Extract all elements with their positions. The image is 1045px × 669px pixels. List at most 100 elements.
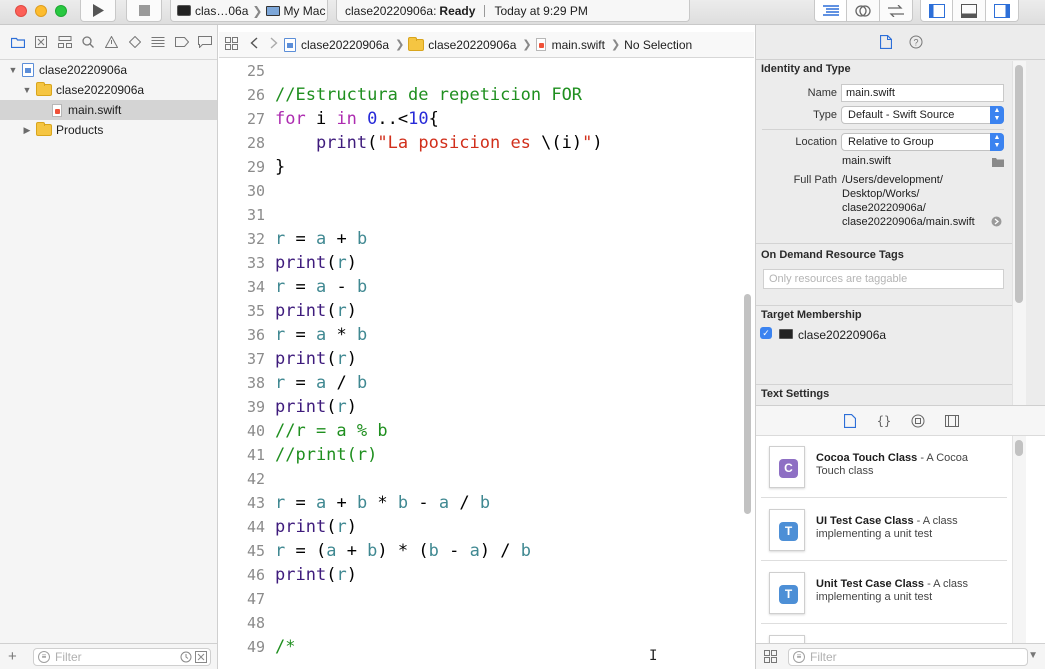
report-navigator-tab[interactable]: [194, 32, 217, 52]
code-line[interactable]: r = a * b: [275, 323, 367, 347]
code-token: ): [346, 253, 357, 273]
code-line[interactable]: /*: [275, 635, 295, 659]
code-line[interactable]: r = a / b: [275, 371, 367, 395]
inspector-scrollbar-thumb[interactable]: [1015, 65, 1023, 303]
related-items-icon[interactable]: [225, 36, 238, 53]
recent-files-icon[interactable]: [180, 651, 192, 666]
resource-tags-field[interactable]: Only resources are taggable: [763, 269, 1004, 289]
line-number: 48: [246, 614, 265, 632]
code-token: /: [449, 493, 480, 513]
zoom-window-button[interactable]: [55, 5, 67, 17]
type-select[interactable]: Default - Swift Source ▲ ▼: [841, 106, 1004, 124]
object-library-tab[interactable]: [909, 412, 927, 430]
library-pane: {} C Cocoa Touch Class - A Cocoa Touch c…: [756, 405, 1045, 647]
breakpoint-navigator-tab[interactable]: [170, 32, 193, 52]
code-line[interactable]: r = (a + b) * (b - a) / b: [275, 539, 531, 563]
forward-button[interactable]: [270, 37, 278, 52]
code-token: a: [469, 541, 480, 561]
version-editor-button[interactable]: [880, 0, 913, 22]
navigator-filter-field[interactable]: ≡ Filter: [33, 648, 211, 666]
name-field[interactable]: main.swift: [841, 84, 1004, 102]
stop-button[interactable]: [126, 0, 162, 22]
code-token: {: [428, 109, 439, 129]
code-token: (: [326, 397, 337, 417]
code-token: =: [285, 493, 316, 513]
reveal-in-finder-icon[interactable]: [991, 216, 1002, 230]
standard-editor-button[interactable]: [814, 0, 847, 22]
code-token: r: [275, 277, 286, 297]
code-token: //r = a % b: [275, 421, 388, 441]
tree-row-project[interactable]: ▼ clase20220906a: [0, 60, 217, 80]
project-navigator-tab[interactable]: [6, 32, 29, 52]
editor-scrollbar-thumb[interactable]: [744, 294, 751, 514]
chevron-down-icon[interactable]: ▼: [1028, 650, 1038, 661]
library-scrollbar-thumb[interactable]: [1015, 440, 1023, 456]
library-filter-field[interactable]: ≡ Filter: [788, 648, 1028, 666]
library-item-ui-test-case-class[interactable]: T UI Test Case Class - A class implement…: [761, 499, 1007, 561]
file-template-library-tab[interactable]: [841, 412, 859, 430]
target-checkbox[interactable]: ✓: [760, 327, 772, 339]
file-inspector-tab[interactable]: [877, 33, 895, 51]
breadcrumb-project[interactable]: clase20220906a: [284, 37, 389, 52]
toggle-debug-area-button[interactable]: [953, 0, 986, 22]
code-line[interactable]: print(r): [275, 251, 357, 275]
disclosure-open-icon[interactable]: ▼: [8, 65, 18, 75]
code-line[interactable]: r = a + b * b - a / b: [275, 491, 490, 515]
code-line[interactable]: print("La posicion es \(i)"): [275, 131, 603, 155]
grid-view-icon[interactable]: [764, 650, 777, 666]
code-line[interactable]: for i in 0..<10{: [275, 107, 439, 131]
tree-row-products[interactable]: ▶ Products: [0, 120, 217, 140]
code-line[interactable]: print(r): [275, 299, 357, 323]
code-token: +: [336, 541, 368, 561]
back-button[interactable]: [250, 37, 258, 52]
assistant-editor-button[interactable]: [847, 0, 880, 22]
test-navigator-tab[interactable]: [123, 32, 146, 52]
symbol-navigator-tab[interactable]: [53, 32, 76, 52]
close-window-button[interactable]: [15, 5, 27, 17]
find-navigator-tab[interactable]: [76, 32, 99, 52]
add-file-button[interactable]: +: [8, 648, 28, 665]
code-line[interactable]: }: [275, 155, 285, 179]
chevron-left-icon: [250, 37, 258, 49]
code-line[interactable]: print(r): [275, 563, 357, 587]
code-line[interactable]: //Estructura de repeticion FOR: [275, 83, 582, 107]
run-button[interactable]: [80, 0, 116, 22]
activity-status: Ready: [439, 3, 476, 18]
issue-navigator-tab[interactable]: [100, 32, 123, 52]
code-line[interactable]: //r = a % b: [275, 419, 388, 443]
xcode-project-icon: [284, 37, 296, 52]
code-line[interactable]: print(r): [275, 395, 357, 419]
disclosure-open-icon[interactable]: ▼: [22, 85, 32, 95]
quick-help-tab[interactable]: ?: [907, 33, 925, 51]
toggle-navigator-button[interactable]: [920, 0, 953, 22]
code-line[interactable]: //print(r): [275, 443, 377, 467]
library-item-unit-test-case-class[interactable]: T Unit Test Case Class - A class impleme…: [761, 562, 1007, 624]
minimize-window-button[interactable]: [35, 5, 47, 17]
tree-row-group[interactable]: ▼ clase20220906a: [0, 80, 217, 100]
code-line[interactable]: r = a + b: [275, 227, 367, 251]
debug-navigator-tab[interactable]: [147, 32, 170, 52]
library-item-partial[interactable]: [761, 625, 1007, 647]
code-line[interactable]: r = a - b: [275, 275, 367, 299]
toggle-inspector-button[interactable]: [986, 0, 1019, 22]
media-library-tab[interactable]: [943, 412, 961, 430]
breadcrumb-file[interactable]: main.swift: [535, 38, 605, 52]
code-token: (: [326, 517, 337, 537]
location-select[interactable]: Relative to Group ▲ ▼: [841, 133, 1004, 151]
scm-filter-icon[interactable]: [195, 651, 207, 666]
source-editor[interactable]: 25 26 27 28 29 30 31 32 33 34 35 36 37 38 39 40 41 42 43 44…: [219, 59, 754, 669]
library-item-cocoa-touch-class[interactable]: C Cocoa Touch Class - A Cocoa Touch clas…: [761, 436, 1007, 498]
code-snippet-library-tab[interactable]: {}: [875, 412, 893, 430]
tree-row-main-swift[interactable]: main.swift: [0, 100, 217, 120]
code-line[interactable]: print(r): [275, 515, 357, 539]
editor-mode-group: [814, 0, 913, 22]
breadcrumb-group[interactable]: clase20220906a: [408, 36, 516, 52]
breadcrumb-selection[interactable]: No Selection: [624, 38, 692, 52]
scheme-selector[interactable]: clas…06a ❯ My Mac: [170, 0, 328, 22]
code-line[interactable]: print(r): [275, 347, 357, 371]
code-token: 0: [367, 109, 378, 129]
folder-icon[interactable]: [992, 156, 1004, 170]
version-editor-icon: [888, 4, 904, 17]
source-control-tab[interactable]: [29, 32, 52, 52]
disclosure-closed-icon[interactable]: ▶: [22, 125, 32, 135]
